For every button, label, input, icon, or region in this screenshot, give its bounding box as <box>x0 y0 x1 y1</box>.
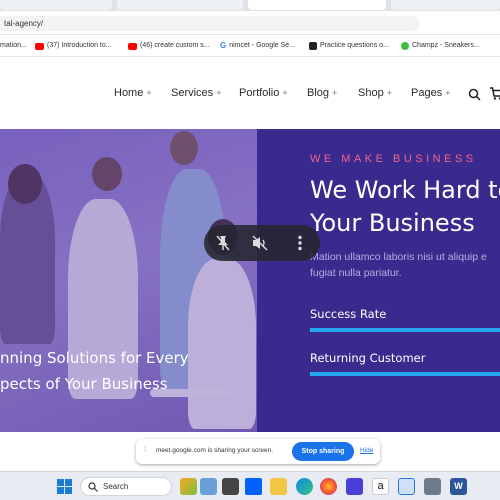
heading-line: We Work Hard to <box>310 176 500 204</box>
site-icon <box>309 42 317 50</box>
hero-left-caption: nning Solutions for Every pects of Your … <box>0 345 189 397</box>
browser-tab[interactable] <box>0 0 112 10</box>
skill-progress-bar <box>310 328 500 332</box>
bookmark-label: Champz - Sneakers... <box>412 42 480 49</box>
screen-share-notice: ⁞ meet.google.com is sharing your screen… <box>136 439 380 464</box>
nav-item-shop[interactable]: Shop + <box>358 87 392 99</box>
youtube-icon <box>128 42 137 50</box>
site-header: Home + Services + Portfolio + Blog + Shop + P… <box>0 57 500 129</box>
caption-line: pects of Your Business <box>0 375 168 393</box>
bookmark-item[interactable]: Practice questions o... <box>309 39 389 53</box>
url-field[interactable]: tal-agency/ <box>0 16 420 31</box>
more-options-icon[interactable] <box>297 235 303 251</box>
search-icon[interactable] <box>468 88 481 101</box>
search-placeholder: Search <box>103 482 129 491</box>
hide-link[interactable]: Hide <box>360 447 373 454</box>
windows-start-icon[interactable] <box>57 479 72 494</box>
nav-label: Pages <box>411 87 443 99</box>
hero-heading: We Work Hard to Your Business <box>310 174 500 240</box>
caption-line: nning Solutions for Every <box>0 349 189 367</box>
hero-paragraph: Mation ullamco laboris nisi ut aliquip e… <box>310 249 487 281</box>
bookmark-item[interactable]: mation... <box>0 39 27 53</box>
drag-handle-icon[interactable]: ⁞ <box>144 445 146 454</box>
media-control-pill <box>204 225 320 261</box>
paragraph-line: fugiat nulla pariatur. <box>310 267 402 279</box>
nav-expand-icon: + <box>282 88 288 98</box>
bookmark-item[interactable]: G nimcet - Google Se... <box>220 39 295 53</box>
app-icon[interactable] <box>222 478 239 495</box>
browser-tab[interactable] <box>391 0 500 10</box>
nav-item-portfolio[interactable]: Portfolio + <box>239 87 288 99</box>
nav-item-home[interactable]: Home + <box>114 87 152 99</box>
taskbar-search[interactable]: Search <box>80 477 172 496</box>
share-notice-text: meet.google.com is sharing your screen. <box>156 447 274 454</box>
browser-tab-active[interactable] <box>248 0 386 10</box>
nav-label: Shop <box>358 87 384 99</box>
bookmarks-bar: mation... (37) Introduction to... (46) c… <box>0 35 500 57</box>
paragraph-line: Mation ullamco laboris nisi ut aliquip e <box>310 251 487 263</box>
taskbar: Search a W <box>0 471 500 500</box>
nav-item-pages[interactable]: Pages + <box>411 87 450 99</box>
unpin-icon[interactable] <box>214 234 232 252</box>
mute-icon[interactable] <box>251 235 269 251</box>
dropbox-icon[interactable] <box>245 478 262 495</box>
nav-expand-icon: + <box>146 88 152 98</box>
bookmark-item[interactable]: Champz - Sneakers... <box>401 39 480 53</box>
edge-icon[interactable] <box>296 478 313 495</box>
browser-tab-strip <box>0 0 500 11</box>
youtube-icon <box>35 42 44 50</box>
bookmark-label: mation... <box>0 42 27 49</box>
skill-progress-fill <box>310 372 500 376</box>
nav-expand-icon: + <box>216 88 222 98</box>
cart-icon[interactable] <box>490 87 500 100</box>
address-bar: tal-agency/ <box>0 11 500 35</box>
widgets-icon[interactable] <box>180 478 197 495</box>
nav-item-blog[interactable]: Blog + <box>307 87 337 99</box>
chrome-active-icon[interactable] <box>398 478 415 495</box>
nav-label: Home <box>114 87 144 99</box>
nav-expand-icon: + <box>386 88 392 98</box>
firefox-icon[interactable] <box>320 478 337 495</box>
app-icon[interactable] <box>346 478 363 495</box>
nav-item-services[interactable]: Services + <box>171 87 221 99</box>
nav-expand-icon: + <box>332 88 338 98</box>
bookmark-item[interactable]: (46) create custom s... <box>128 39 210 53</box>
nav-label: Services <box>171 87 214 99</box>
bookmark-label: nimcet - Google Se... <box>229 42 295 49</box>
skill-progress-fill <box>310 328 500 332</box>
stop-sharing-button[interactable]: Stop sharing <box>292 442 354 461</box>
skill-label: Returning Customer <box>310 351 426 365</box>
google-icon: G <box>220 41 227 50</box>
word-icon[interactable]: W <box>450 478 467 495</box>
app-icon[interactable] <box>424 478 441 495</box>
bookmark-label: (46) create custom s... <box>140 42 210 49</box>
heading-line: Your Business <box>310 209 475 237</box>
skill-progress-bar <box>310 372 500 376</box>
hero-eyebrow: WE MAKE BUSINESS <box>310 153 477 165</box>
bookmark-item[interactable]: (37) Introduction to... <box>35 39 112 53</box>
task-view-icon[interactable] <box>200 478 217 495</box>
bookmark-label: (37) Introduction to... <box>47 42 112 49</box>
search-icon <box>88 482 98 492</box>
amazon-icon[interactable]: a <box>372 478 389 495</box>
skill-label: Success Rate <box>310 307 387 321</box>
file-explorer-icon[interactable] <box>270 478 287 495</box>
site-icon <box>401 42 409 50</box>
browser-tab[interactable] <box>117 0 243 10</box>
nav-expand-icon: + <box>445 88 451 98</box>
nav-label: Blog <box>307 87 330 99</box>
bookmark-label: Practice questions o... <box>320 42 389 49</box>
nav-label: Portfolio <box>239 87 280 99</box>
